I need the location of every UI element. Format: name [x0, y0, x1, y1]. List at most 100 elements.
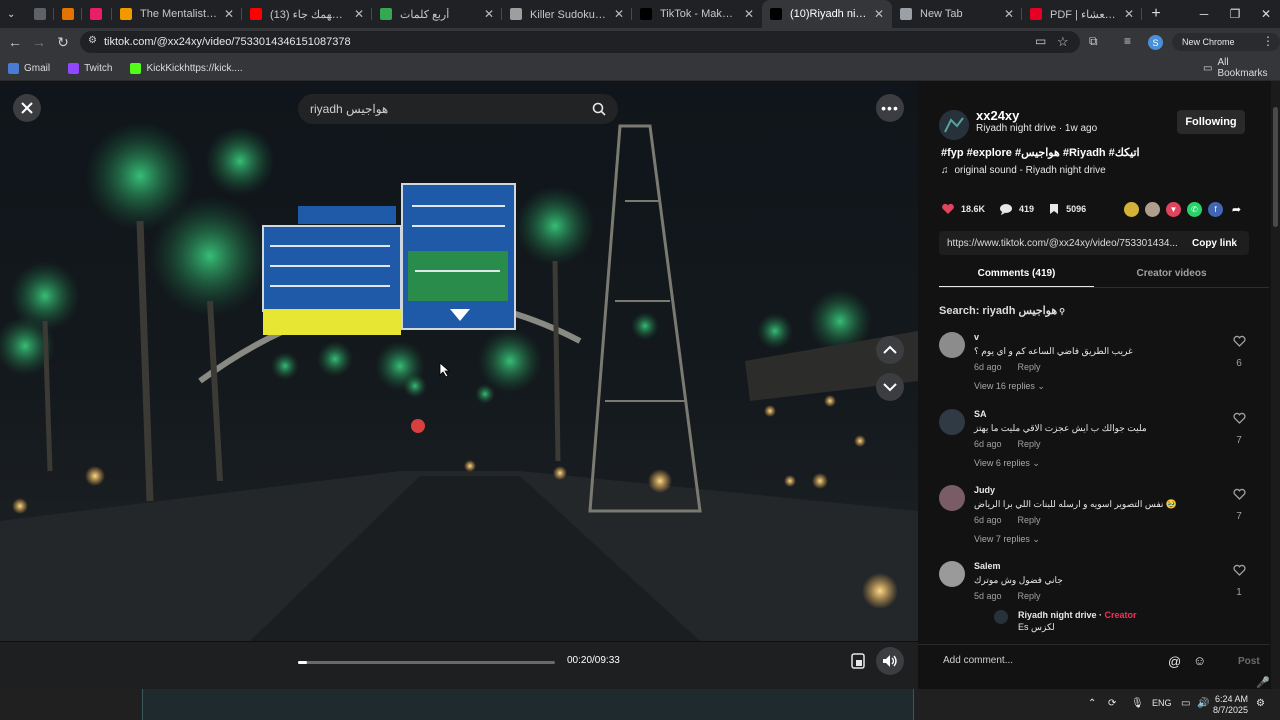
comment-like-button[interactable]: [1232, 334, 1246, 352]
hashtags[interactable]: #fyp #explore #هواجيس #Riyadh #اتيكك: [941, 146, 1140, 159]
notification-icon[interactable]: ⚙: [1256, 698, 1265, 709]
menu-dots-icon[interactable]: ⋮: [1262, 34, 1274, 48]
embed-icon[interactable]: [1124, 202, 1139, 217]
restore-button[interactable]: ❐: [1219, 0, 1251, 28]
close-tab-icon[interactable]: ✕: [874, 7, 884, 21]
following-button[interactable]: Following: [1177, 110, 1245, 134]
scrollbar-thumb[interactable]: [1273, 107, 1278, 227]
comment-input[interactable]: Add comment...: [943, 655, 1013, 666]
new-tab-button[interactable]: +: [1142, 0, 1170, 28]
commenter-name[interactable]: Salem: [974, 561, 1001, 571]
forward-button[interactable]: →: [27, 30, 51, 54]
browser-tab[interactable]: PDF | كلوا العشاء - - ✕: [1022, 0, 1142, 28]
reply-button[interactable]: Reply: [1018, 591, 1041, 601]
close-tab-icon[interactable]: ✕: [484, 7, 494, 21]
browser-tab[interactable]: The Mentalist - S3 - E7 ✕: [112, 0, 242, 28]
close-tab-icon[interactable]: ✕: [1124, 7, 1134, 21]
tab-comments[interactable]: Comments (419): [939, 264, 1094, 288]
progress-bar[interactable]: [298, 661, 555, 664]
volume-icon[interactable]: 🔊: [1197, 698, 1209, 709]
reply-button[interactable]: Reply: [1018, 439, 1041, 449]
comment-stat[interactable]: 419: [999, 203, 1034, 215]
more-options-button[interactable]: •••: [876, 94, 904, 122]
close-tab-icon[interactable]: ✕: [614, 7, 624, 21]
share-arrow-icon[interactable]: ➦: [1229, 202, 1244, 217]
creator-avatar[interactable]: [994, 610, 1008, 624]
reply-button[interactable]: Reply: [1018, 362, 1041, 372]
previous-video-button[interactable]: [876, 336, 904, 364]
extensions-icon[interactable]: ⧉: [1089, 34, 1098, 49]
close-video-button[interactable]: [13, 94, 41, 122]
author-avatar[interactable]: [939, 110, 969, 140]
reload-button[interactable]: ↻: [51, 30, 75, 54]
system-clock[interactable]: 6:24 AM 8/7/2025: [1213, 694, 1248, 716]
view-replies-button[interactable]: View 6 replies ⌄: [974, 458, 1040, 469]
language-indicator[interactable]: ENG: [1152, 698, 1172, 708]
author-name[interactable]: xx24xy: [976, 108, 1019, 123]
tab-creator-videos[interactable]: Creator videos: [1094, 264, 1249, 288]
commenter-avatar[interactable]: [939, 409, 965, 435]
browser-tab[interactable]: New Tab ✕: [892, 0, 1022, 28]
send-icon[interactable]: ▼: [1166, 202, 1181, 217]
browser-tab[interactable]: أربع كلمات ✕: [372, 0, 502, 28]
sound-line[interactable]: ♫ original sound - Riyadh night drive: [941, 165, 1106, 176]
close-tab-icon[interactable]: ✕: [1004, 7, 1014, 21]
commenter-name[interactable]: Judy: [974, 485, 995, 495]
browser-tab[interactable]: Killer Sudoku مستوى ✕: [502, 0, 632, 28]
commenter-avatar[interactable]: [939, 561, 965, 587]
commenter-avatar[interactable]: [939, 485, 965, 511]
panel-scrollbar[interactable]: [1271, 81, 1280, 689]
all-bookmarks[interactable]: ▭ All Bookmarks: [1203, 57, 1270, 79]
microphone-icon[interactable]: 🎙: [1131, 698, 1144, 709]
cast-icon[interactable]: ▭: [1035, 34, 1046, 48]
facebook-icon[interactable]: f: [1208, 202, 1223, 217]
copy-link-button[interactable]: Copy link: [1192, 238, 1237, 249]
bookmark-kick[interactable]: KickKickhttps://kick....: [130, 62, 243, 74]
tray-overflow-icon[interactable]: ⌃: [1088, 698, 1096, 709]
minimize-button[interactable]: ─: [1188, 0, 1220, 28]
like-stat[interactable]: 18.6K: [941, 203, 985, 215]
creator-name[interactable]: Riyadh night drive · Creator: [1018, 610, 1137, 620]
browser-tab[interactable]: (13) رابح صقر افهمك جاء ✕: [242, 0, 372, 28]
reply-button[interactable]: Reply: [1018, 515, 1041, 525]
close-tab-icon[interactable]: ✕: [224, 7, 234, 21]
profile-avatar[interactable]: S: [1148, 35, 1163, 50]
tab-search-button[interactable]: ⌄: [0, 0, 26, 28]
browser-tab[interactable]: [54, 0, 82, 28]
video-player[interactable]: riyadh هواجيس ••• 00:20/09:33: [0, 81, 918, 689]
friends-share-icon[interactable]: [1145, 202, 1160, 217]
bookmark-star-icon[interactable]: ☆: [1057, 34, 1069, 50]
post-button[interactable]: Post: [1238, 656, 1260, 667]
next-video-button[interactable]: [876, 373, 904, 401]
browser-tab[interactable]: [82, 0, 112, 28]
whatsapp-icon[interactable]: ✆: [1187, 202, 1202, 217]
comment-like-button[interactable]: [1232, 563, 1246, 581]
browser-tab[interactable]: TikTok - Make Your Day ✕: [632, 0, 762, 28]
view-replies-button[interactable]: View 16 replies ⌄: [974, 381, 1045, 392]
network-icon[interactable]: ▭: [1181, 698, 1190, 709]
commenter-avatar[interactable]: [939, 332, 965, 358]
reading-list-icon[interactable]: ≡: [1124, 34, 1131, 48]
bookmark-gmail[interactable]: Gmail: [8, 62, 50, 74]
back-button[interactable]: ←: [3, 30, 27, 54]
volume-button[interactable]: [876, 647, 904, 675]
picture-in-picture-icon[interactable]: [851, 653, 865, 669]
browser-tab[interactable]: [26, 0, 54, 28]
mention-icon[interactable]: @: [1168, 654, 1181, 669]
commenter-name[interactable]: SA: [974, 409, 987, 419]
sync-icon[interactable]: ⟳: [1108, 698, 1116, 709]
commenter-name[interactable]: v: [974, 332, 979, 342]
save-stat[interactable]: 5096: [1048, 203, 1086, 215]
view-replies-button[interactable]: View 7 replies ⌄: [974, 534, 1040, 545]
comment-like-button[interactable]: [1232, 411, 1246, 429]
emoji-icon[interactable]: ☺: [1193, 653, 1206, 668]
bookmark-twitch[interactable]: Twitch: [68, 62, 112, 74]
search-icon[interactable]: [592, 102, 606, 116]
search-input[interactable]: riyadh هواجيس: [310, 102, 592, 116]
close-tab-icon[interactable]: ✕: [354, 7, 364, 21]
site-info-icon[interactable]: ⚙: [88, 35, 97, 46]
address-bar[interactable]: ⚙ tiktok.com/@xx24xy/video/7533014346151…: [80, 31, 1080, 53]
comment-search-link[interactable]: Search: riyadh هواجيس ⚲: [939, 304, 1065, 317]
browser-tab[interactable]: (10)Riyadh night dr ✕: [762, 0, 892, 28]
video-search-bar[interactable]: riyadh هواجيس: [298, 94, 618, 124]
